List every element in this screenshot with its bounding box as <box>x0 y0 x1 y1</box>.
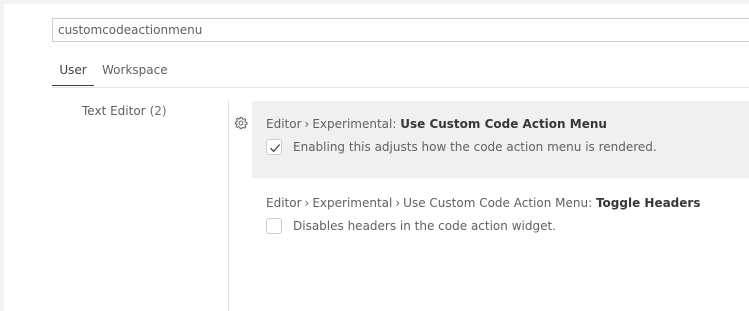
checkmark-icon <box>270 144 281 153</box>
setting-title: Editor › Experimental › Use Custom Code Acti… <box>266 196 700 210</box>
toc-item-count: (2) <box>149 104 167 118</box>
setting-description: Enabling this adjusts how the code actio… <box>293 140 657 154</box>
toc-item-label: Text Editor <box>82 104 146 118</box>
setting-subcategory: Experimental: <box>312 117 397 131</box>
setting-key: Use Custom Code Action Menu <box>400 117 607 131</box>
toc-item-text-editor[interactable]: Text Editor (2) <box>82 104 167 118</box>
setting-subcategory: Experimental <box>312 196 393 210</box>
breadcrumb-separator: › <box>304 196 310 210</box>
settings-search-box[interactable] <box>52 18 749 42</box>
toc-divider <box>228 100 229 311</box>
settings-scope-tabs: User Workspace <box>52 58 749 88</box>
setting-key: Toggle Headers <box>595 196 701 210</box>
setting-title: Editor › Experimental: Use Custom Code Act… <box>266 117 607 131</box>
breadcrumb-separator: › <box>304 117 310 131</box>
gear-icon[interactable] <box>234 115 248 130</box>
tab-workspace[interactable]: Workspace <box>102 58 174 86</box>
setting-subcategory-2: Use Custom Code Action Menu: <box>403 196 593 210</box>
settings-search-input[interactable] <box>53 19 749 41</box>
setting-checkbox[interactable] <box>266 218 282 234</box>
setting-use-custom-code-action-menu: Editor › Experimental: Use Custom Code Act… <box>252 101 749 178</box>
setting-category: Editor <box>266 117 302 131</box>
setting-toggle-headers: Editor › Experimental › Use Custom Code Acti… <box>252 182 749 252</box>
setting-description: Disables headers in the code action widg… <box>293 219 556 233</box>
setting-category: Editor <box>266 196 302 210</box>
settings-editor: User Workspace Text Editor(2) Editor›Exp… <box>4 4 749 311</box>
breadcrumb-separator: › <box>395 196 401 210</box>
tab-user[interactable]: User <box>52 58 94 86</box>
setting-checkbox[interactable] <box>266 139 282 155</box>
